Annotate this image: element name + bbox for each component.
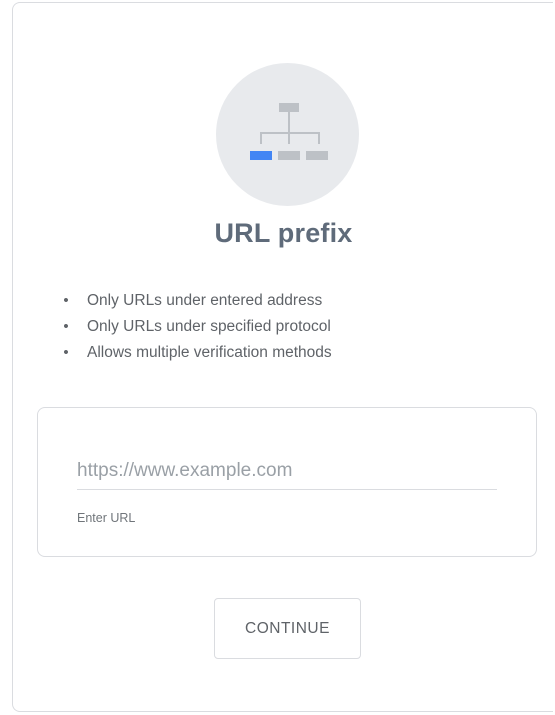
continue-button[interactable]: CONTINUE <box>214 598 361 659</box>
sitemap-icon <box>250 103 328 160</box>
bullet-icon: • <box>63 344 69 361</box>
feature-text: Allows multiple verification methods <box>87 344 332 361</box>
url-input-box: Enter URL <box>37 407 537 557</box>
bullet-icon: • <box>63 292 69 309</box>
bullet-icon: • <box>63 318 69 335</box>
feature-text: Only URLs under specified protocol <box>87 318 331 335</box>
list-item: • Allows multiple verification methods <box>61 342 332 368</box>
url-hint: Enter URL <box>77 511 136 525</box>
icon-circle <box>216 63 359 206</box>
url-input[interactable] <box>77 453 497 490</box>
feature-text: Only URLs under entered address <box>87 292 323 309</box>
card-title: URL prefix <box>214 218 353 248</box>
list-item: • Only URLs under specified protocol <box>61 316 332 342</box>
feature-list: • Only URLs under entered address • Only… <box>61 290 332 368</box>
list-item: • Only URLs under entered address <box>61 290 332 316</box>
url-prefix-card: URL prefix • Only URLs under entered add… <box>12 2 553 712</box>
